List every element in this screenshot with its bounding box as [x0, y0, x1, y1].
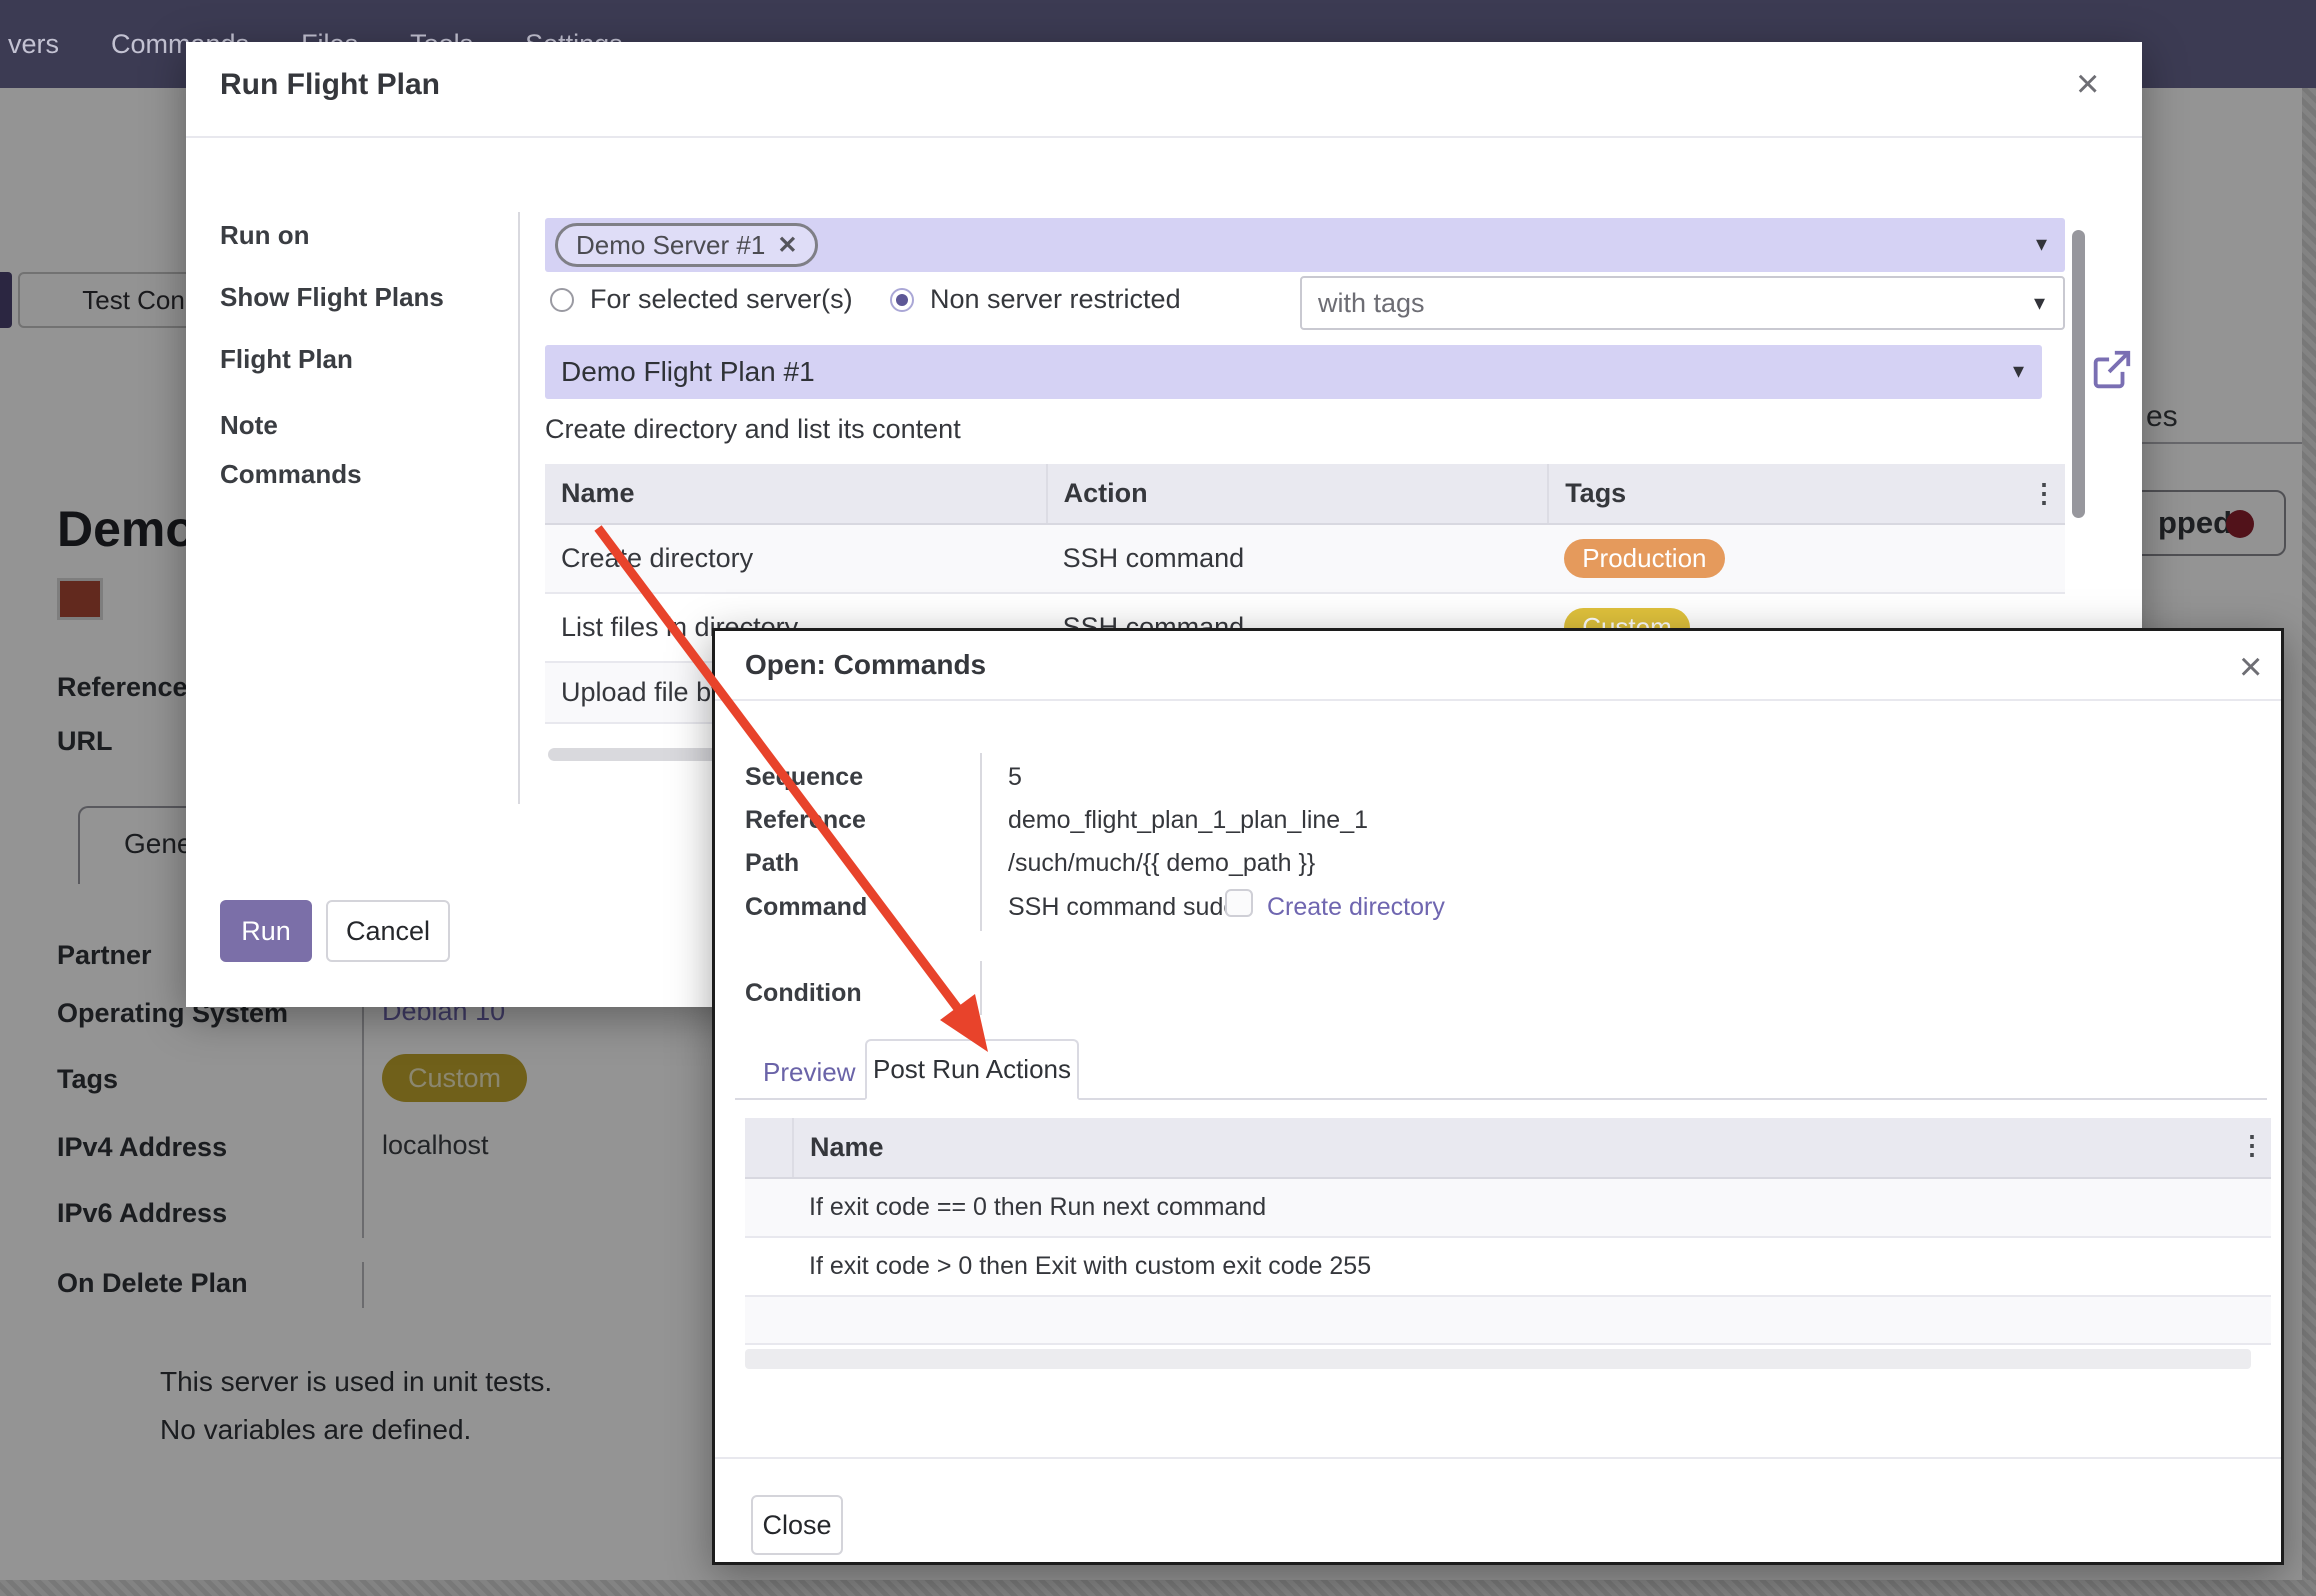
radio-selected-servers[interactable]	[550, 288, 574, 312]
post-run-row[interactable]: If exit code > 0 then Exit with custom e…	[745, 1237, 2271, 1296]
open-modal-header-divider	[715, 699, 2281, 701]
run-button[interactable]: Run	[220, 900, 312, 962]
caret-down-icon: ▾	[2036, 231, 2047, 257]
caret-down-icon: ▾	[2013, 358, 2024, 384]
condition-label: Condition	[745, 979, 862, 1008]
commands-label: Commands	[220, 459, 362, 490]
plan-description: Create directory and list its content	[545, 414, 961, 445]
cell-action: SSH command	[1047, 524, 1549, 593]
col-header-action[interactable]: Action	[1047, 464, 1549, 524]
close-button[interactable]: Close	[751, 1495, 843, 1555]
run-on-label: Run on	[220, 220, 310, 251]
reference-field-label: Reference	[745, 806, 866, 835]
caret-down-icon: ▾	[2034, 290, 2045, 316]
post-run-row-name[interactable]: If exit code > 0 then Exit with custom e…	[793, 1237, 2271, 1296]
radio-non-server-restricted-label[interactable]: Non server restricted	[930, 284, 1181, 315]
radio-selected-servers-label[interactable]: For selected server(s)	[590, 284, 853, 315]
nav-item-servers[interactable]: vers	[8, 29, 59, 60]
label-column-divider	[518, 212, 520, 804]
post-run-row-empty	[745, 1296, 2271, 1344]
show-flight-plans-label: Show Flight Plans	[220, 282, 444, 313]
sequence-value: 5	[1008, 763, 1022, 792]
post-run-row-name[interactable]: If exit code == 0 then Run next command	[793, 1178, 2271, 1237]
external-link-icon[interactable]	[2088, 347, 2134, 393]
radio-non-server-restricted[interactable]	[890, 288, 914, 312]
note-label: Note	[220, 410, 278, 441]
run-modal-header-divider	[186, 136, 2142, 138]
open-modal-title: Open: Commands	[745, 649, 986, 681]
reference-field-value: demo_flight_plan_1_plan_line_1	[1008, 806, 1368, 835]
col-header-name[interactable]: Name	[545, 464, 1047, 524]
tab-post-run-actions[interactable]: Post Run Actions	[865, 1039, 1079, 1100]
server-tag-label: Demo Server #1	[576, 230, 765, 261]
sequence-label: Sequence	[745, 763, 863, 792]
create-directory-link[interactable]: Create directory	[1267, 893, 1445, 922]
open-modal-close-icon[interactable]: ×	[2239, 647, 2262, 687]
run-on-select[interactable]: Demo Server #1 ✕ ▾	[545, 218, 2065, 272]
fields-divider	[980, 753, 982, 931]
flight-plan-label: Flight Plan	[220, 344, 353, 375]
tag-remove-icon[interactable]: ✕	[777, 231, 797, 260]
run-modal-close-icon[interactable]: ×	[2076, 64, 2099, 104]
cancel-button[interactable]: Cancel	[326, 900, 450, 962]
post-run-row[interactable]: If exit code == 0 then Run next command	[745, 1178, 2271, 1237]
production-badge: Production	[1564, 539, 1724, 578]
post-run-options-kebab-icon[interactable]: ⋮	[2239, 1130, 2265, 1161]
post-run-col-header-label: Name	[810, 1132, 884, 1162]
tab-preview[interactable]: Preview	[763, 1057, 855, 1088]
command-checkbox[interactable]	[1225, 889, 1253, 917]
run-modal-title: Run Flight Plan	[220, 68, 440, 102]
open-modal-footer-divider	[715, 1457, 2281, 1459]
server-tag-pill: Demo Server #1 ✕	[555, 223, 818, 267]
col-header-tags[interactable]: Tags ⋮	[1548, 464, 2065, 524]
selector-column-header[interactable]	[745, 1118, 793, 1178]
cell-name[interactable]: Create directory	[545, 524, 1047, 593]
post-run-col-header-name[interactable]: Name ⋮	[793, 1118, 2271, 1178]
table-row[interactable]: Create directory SSH command Production	[545, 524, 2065, 593]
vertical-scrollbar[interactable]	[2072, 230, 2085, 518]
command-value: SSH command sudo	[1008, 893, 1237, 922]
table-options-kebab-icon[interactable]: ⋮	[2031, 478, 2057, 509]
post-run-actions-table: Name ⋮ If exit code == 0 then Run next c…	[745, 1118, 2271, 1345]
flight-plan-value: Demo Flight Plan #1	[561, 356, 815, 388]
with-tags-select[interactable]: with tags ▾	[1300, 276, 2065, 330]
post-run-horizontal-scrollbar[interactable]	[745, 1349, 2251, 1369]
col-header-tags-label: Tags	[1565, 478, 1626, 508]
with-tags-value: with tags	[1318, 288, 1425, 319]
open-commands-modal: Open: Commands × Sequence 5 Reference de…	[712, 628, 2284, 1565]
path-value: /such/much/{{ demo_path }}	[1008, 849, 1315, 878]
path-label: Path	[745, 849, 799, 878]
command-label: Command	[745, 893, 867, 922]
flight-plan-select[interactable]: Demo Flight Plan #1 ▾	[545, 345, 2042, 399]
condition-divider	[980, 961, 982, 1015]
